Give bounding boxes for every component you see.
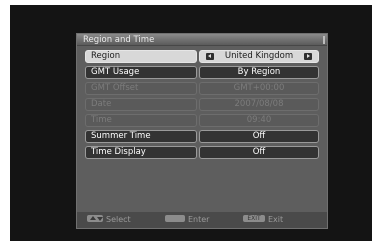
region-time-menu: Region and Time Region United Kingdom GM… <box>76 33 328 229</box>
ok-key-icon <box>165 215 185 222</box>
right-arrow-icon[interactable] <box>304 53 312 60</box>
row-gmt-usage[interactable]: GMT Usage By Region <box>85 66 319 79</box>
row-time-display[interactable]: Time Display Off <box>85 146 319 159</box>
row-label: Time <box>85 114 197 127</box>
time-value: 09:40 <box>199 114 319 127</box>
region-selector[interactable]: United Kingdom <box>199 50 319 63</box>
help-bar: Select Enter EXIT Exit <box>77 212 327 228</box>
time-display-value[interactable]: Off <box>199 146 319 159</box>
region-value: United Kingdom <box>224 51 294 61</box>
tv-screen: Region and Time Region United Kingdom GM… <box>10 5 372 241</box>
row-summer-time[interactable]: Summer Time Off <box>85 130 319 143</box>
summer-time-value[interactable]: Off <box>199 130 319 143</box>
row-label: Time Display <box>85 146 197 159</box>
hint-enter: Enter <box>165 215 209 225</box>
hint-select: Select <box>87 215 131 225</box>
row-region[interactable]: Region United Kingdom <box>85 50 319 63</box>
menu-titlebar: Region and Time <box>77 34 327 46</box>
row-label: Region <box>85 50 197 63</box>
hint-exit: EXIT Exit <box>243 215 283 225</box>
enter-label: Enter <box>188 215 210 224</box>
select-label: Select <box>106 215 131 224</box>
gmt-offset-value: GMT+00:00 <box>199 82 319 95</box>
exit-key-icon: EXIT <box>243 215 265 222</box>
gmt-usage-value[interactable]: By Region <box>199 66 319 79</box>
row-gmt-offset: GMT Offset GMT+00:00 <box>85 82 319 95</box>
titlebar-marker <box>323 36 325 44</box>
exit-label: Exit <box>268 215 284 224</box>
row-label: GMT Usage <box>85 66 197 79</box>
row-label: GMT Offset <box>85 82 197 95</box>
left-arrow-icon[interactable] <box>206 53 214 60</box>
row-time: Time 09:40 <box>85 114 319 127</box>
row-date: Date 2007/08/08 <box>85 98 319 111</box>
date-value: 2007/08/08 <box>199 98 319 111</box>
up-down-key-icon <box>87 215 103 222</box>
menu-title: Region and Time <box>83 35 155 45</box>
row-label: Summer Time <box>85 130 197 143</box>
row-label: Date <box>85 98 197 111</box>
